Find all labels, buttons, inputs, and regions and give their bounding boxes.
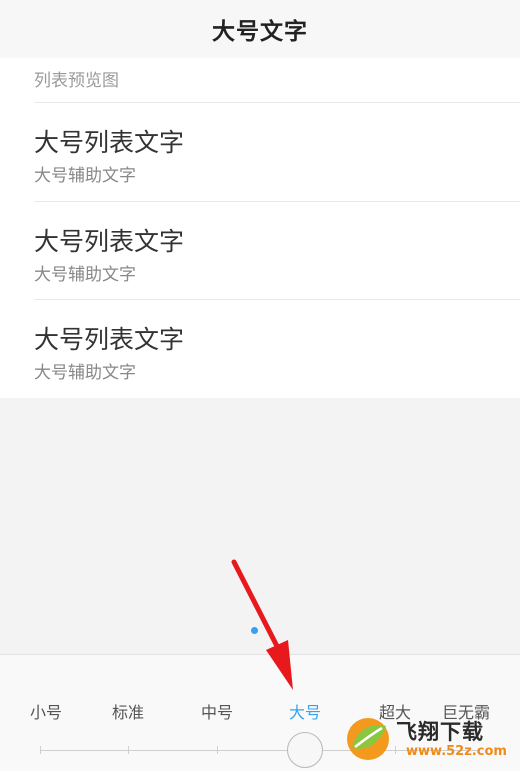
size-option-large[interactable]: 大号 [289, 699, 321, 723]
size-option-medium[interactable]: 中号 [201, 699, 233, 723]
list-item-subtitle: 大号辅助文字 [34, 265, 136, 285]
list-item: 大号列表文字 大号辅助文字 [0, 300, 520, 398]
list-preview-panel: 列表预览图 大号列表文字 大号辅助文字 大号列表文字 大号辅助文字 大号列表文字… [0, 58, 520, 398]
list-item: 大号列表文字 大号辅助文字 [0, 103, 520, 201]
preview-background [0, 398, 520, 654]
size-option-small[interactable]: 小号 [30, 699, 62, 723]
watermark-text: 飞翔下载 [396, 720, 484, 744]
watermark-url: www.52z.com [406, 744, 507, 759]
indicator-dot [251, 627, 258, 634]
list-item-title: 大号列表文字 [34, 227, 185, 256]
page-title: 大号文字 [212, 19, 308, 45]
slider-tick [128, 746, 129, 754]
watermark: 飞翔下载 www.52z.com [344, 712, 516, 766]
header-bar: 大号文字 [0, 0, 520, 58]
size-slider-thumb[interactable] [287, 732, 323, 768]
list-item: 大号列表文字 大号辅助文字 [0, 202, 520, 300]
slider-tick [40, 746, 41, 754]
list-item-title: 大号列表文字 [34, 325, 185, 354]
leaf-logo-icon [347, 718, 389, 760]
list-item-subtitle: 大号辅助文字 [34, 363, 136, 383]
size-option-standard[interactable]: 标准 [112, 699, 144, 723]
slider-tick [217, 746, 218, 754]
list-item-subtitle: 大号辅助文字 [34, 166, 136, 186]
preview-label: 列表预览图 [34, 71, 119, 91]
list-item-title: 大号列表文字 [34, 128, 185, 157]
